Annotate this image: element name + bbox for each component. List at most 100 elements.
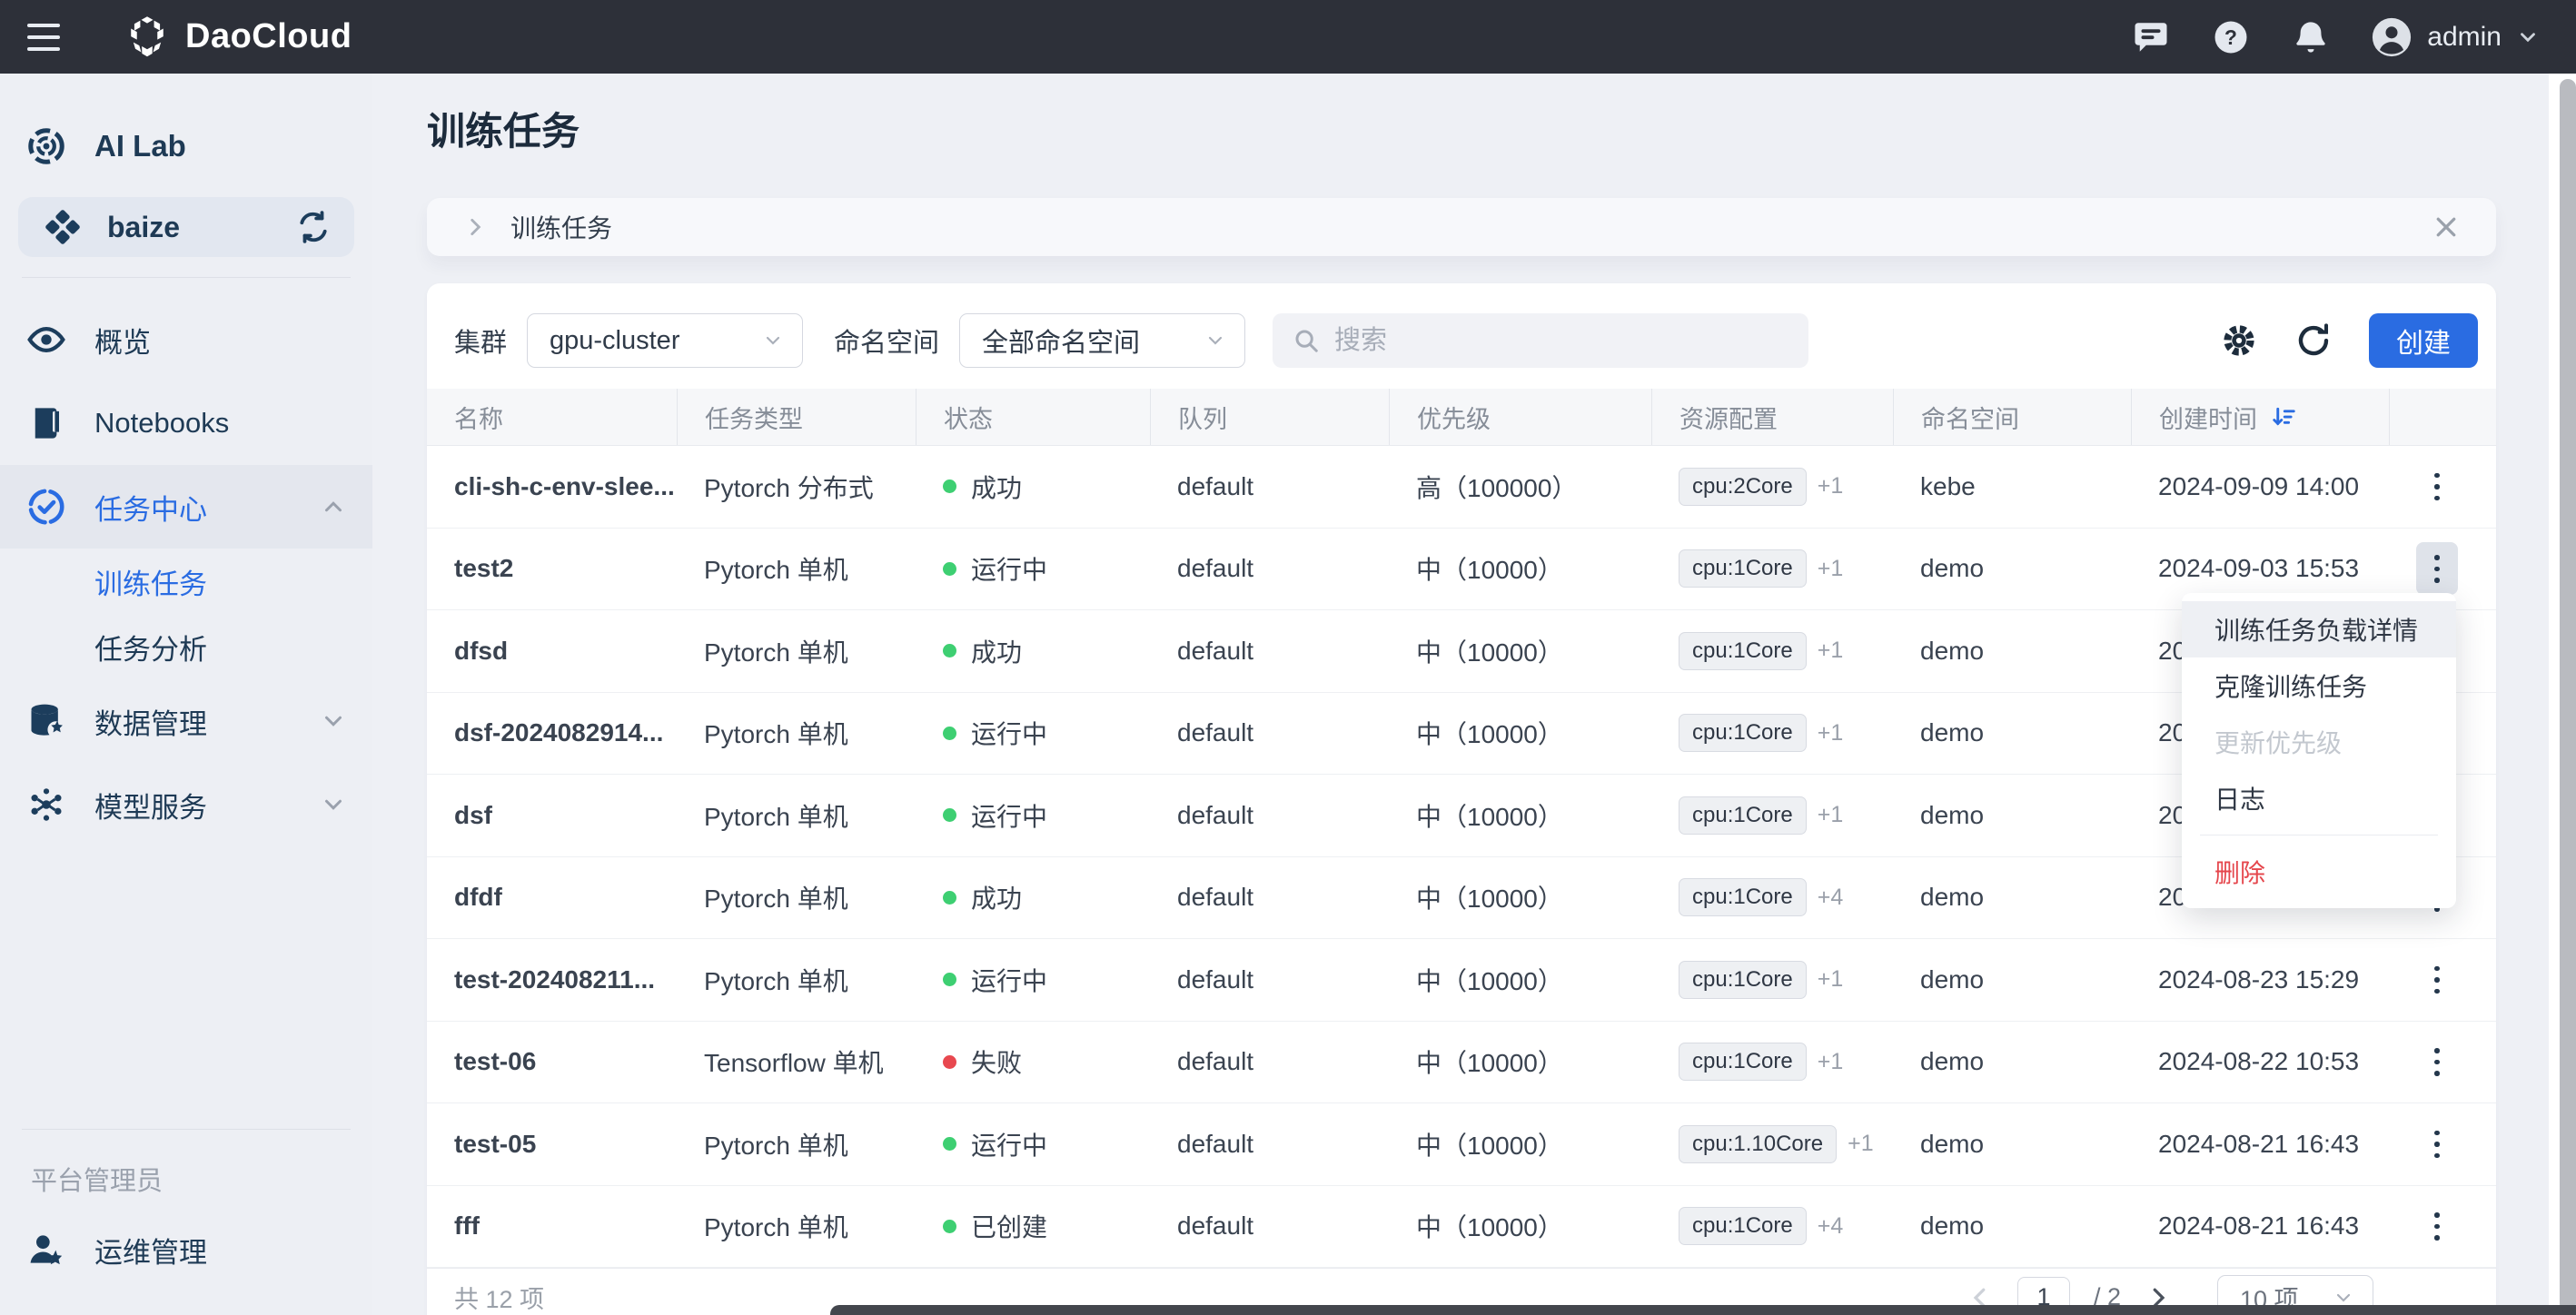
kebab-menu-icon[interactable] xyxy=(2416,954,2458,1006)
status-dot xyxy=(943,644,956,658)
cluster-label: 集群 xyxy=(454,321,507,360)
sidebar-item-label: 概览 xyxy=(94,320,151,361)
menu-item[interactable]: 克隆训练任务 xyxy=(2182,658,2456,714)
resource-extra-count[interactable]: +1 xyxy=(1818,1049,1844,1075)
column-header[interactable]: 创建时间 xyxy=(2131,389,2389,445)
close-icon[interactable] xyxy=(2432,213,2460,241)
task-namespace: demo xyxy=(1893,693,2131,775)
table-row: test-05Pytorch 单机运行中default中（10000）cpu:1… xyxy=(427,1103,2496,1186)
column-header: 队列 xyxy=(1150,389,1389,445)
menu-toggle-icon[interactable] xyxy=(27,15,71,59)
brand[interactable]: DaoCloud xyxy=(124,14,352,61)
menu-item[interactable]: 训练任务负载详情 xyxy=(2182,601,2456,658)
task-name[interactable]: dfdf xyxy=(427,857,677,939)
username: admin xyxy=(2427,22,2502,53)
sidebar-item-label: 任务分析 xyxy=(94,627,207,667)
resource-extra-count[interactable]: +1 xyxy=(1818,802,1844,828)
task-resources: cpu:1Core+1 xyxy=(1651,1022,1893,1103)
task-type: Pytorch 单机 xyxy=(677,775,916,856)
kebab-menu-icon[interactable] xyxy=(2416,1035,2458,1088)
task-name[interactable]: dsf-2024082914... xyxy=(427,693,677,775)
task-created-time: 2024-08-22 10:53 xyxy=(2131,1022,2389,1103)
status-dot xyxy=(943,480,956,493)
task-priority: 中（10000） xyxy=(1389,775,1651,856)
scrollbar-thumb[interactable] xyxy=(2560,79,2576,1311)
vertical-scrollbar[interactable] xyxy=(2549,74,2576,1315)
create-button[interactable]: 创建 xyxy=(2369,313,2478,368)
resource-chip: cpu:1Core xyxy=(1679,1207,1807,1245)
column-header: 状态 xyxy=(916,389,1150,445)
sidebar-item-task-center[interactable]: 任务中心 xyxy=(0,465,372,549)
task-status: 运行中 xyxy=(916,1103,1150,1185)
menu-item[interactable]: 日志 xyxy=(2182,770,2456,826)
sort-descending-icon[interactable] xyxy=(2270,403,2297,430)
task-name[interactable]: test-05 xyxy=(427,1103,677,1185)
task-priority: 中（10000） xyxy=(1389,1103,1651,1185)
menu-item[interactable]: 删除 xyxy=(2182,844,2456,900)
search-input[interactable] xyxy=(1334,326,1770,356)
workspace-selector[interactable]: baize xyxy=(18,197,354,257)
task-name[interactable]: test2 xyxy=(427,529,677,610)
task-name[interactable]: dfsd xyxy=(427,610,677,692)
workspace-switch-icon[interactable] xyxy=(296,210,331,244)
resource-extra-count[interactable]: +4 xyxy=(1818,1213,1844,1240)
kebab-menu-icon[interactable] xyxy=(2416,460,2458,513)
task-status: 成功 xyxy=(916,857,1150,939)
resource-extra-count[interactable]: +1 xyxy=(1818,720,1844,746)
task-queue: default xyxy=(1150,610,1389,692)
task-priority: 中（10000） xyxy=(1389,939,1651,1021)
sidebar-item-data-management[interactable]: 数据管理 xyxy=(0,679,372,763)
task-name[interactable]: dsf xyxy=(427,775,677,856)
resource-extra-count[interactable]: +1 xyxy=(1818,966,1844,993)
namespace-select[interactable]: 全部命名空间 xyxy=(959,313,1245,368)
task-status: 成功 xyxy=(916,446,1150,528)
sidebar-item-model-services[interactable]: 模型服务 xyxy=(0,763,372,846)
task-namespace: demo xyxy=(1893,1103,2131,1185)
chevron-down-icon xyxy=(320,707,347,735)
task-name[interactable]: fff xyxy=(427,1186,677,1268)
model-services-icon xyxy=(25,784,67,826)
search-box[interactable] xyxy=(1273,313,1808,368)
status-dot xyxy=(943,562,956,576)
status-dot xyxy=(943,1220,956,1233)
task-name[interactable]: test-202408211... xyxy=(427,939,677,1021)
task-namespace: demo xyxy=(1893,1022,2131,1103)
resource-extra-count[interactable]: +1 xyxy=(1818,556,1844,582)
resource-extra-count[interactable]: +1 xyxy=(1818,638,1844,664)
sidebar-item-training-tasks[interactable]: 训练任务 xyxy=(0,549,372,614)
task-status: 失败 xyxy=(916,1022,1150,1103)
kebab-menu-icon[interactable] xyxy=(2416,1200,2458,1252)
sidebar-item-notebooks[interactable]: Notebooks xyxy=(0,381,372,465)
help-icon[interactable]: ? xyxy=(2211,17,2251,57)
task-resources: cpu:1.10Core+1 xyxy=(1651,1103,1893,1185)
settings-gear-icon[interactable] xyxy=(2220,321,2258,360)
user-menu[interactable]: admin xyxy=(2371,16,2540,58)
kebab-menu-icon[interactable] xyxy=(2416,542,2458,595)
status-dot xyxy=(943,1137,956,1151)
resource-extra-count[interactable]: +1 xyxy=(1848,1131,1874,1157)
notifications-icon[interactable] xyxy=(2291,17,2331,57)
sidebar-item-label: 模型服务 xyxy=(94,785,207,826)
sidebar-app-ai-lab[interactable]: AI Lab xyxy=(0,101,372,192)
sidebar-item-task-analysis[interactable]: 任务分析 xyxy=(0,614,372,679)
task-queue: default xyxy=(1150,939,1389,1021)
messages-icon[interactable] xyxy=(2131,17,2171,57)
refresh-icon[interactable] xyxy=(2294,321,2333,360)
resource-chip: cpu:1Core xyxy=(1679,632,1807,670)
task-type: Tensorflow 单机 xyxy=(677,1022,916,1103)
task-queue: default xyxy=(1150,693,1389,775)
sidebar-item-overview[interactable]: 概览 xyxy=(0,298,372,381)
avatar xyxy=(2371,16,2413,58)
svg-text:?: ? xyxy=(2224,25,2237,48)
cluster-select[interactable]: gpu-cluster xyxy=(527,313,803,368)
kebab-menu-icon[interactable] xyxy=(2416,1118,2458,1171)
resource-extra-count[interactable]: +1 xyxy=(1818,473,1844,499)
column-header: 任务类型 xyxy=(677,389,916,445)
sidebar-item-ops-management[interactable]: 运维管理 xyxy=(0,1208,372,1291)
task-resources: cpu:1Core +4 xyxy=(1651,1186,1893,1268)
task-name[interactable]: test-06 xyxy=(427,1022,677,1103)
task-priority: 中（10000） xyxy=(1389,610,1651,692)
resource-extra-count[interactable]: +4 xyxy=(1818,885,1844,911)
task-name[interactable]: cli-sh-c-env-slee... xyxy=(427,446,677,528)
task-created-time: 2024-08-21 16:43 xyxy=(2131,1103,2389,1185)
